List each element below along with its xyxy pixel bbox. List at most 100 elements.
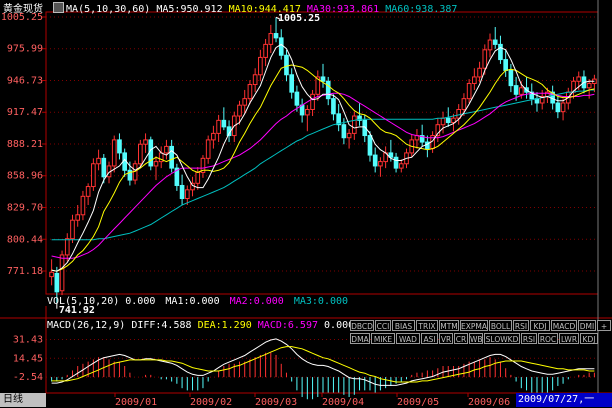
price-pane-border <box>45 11 599 295</box>
candle-up <box>216 119 221 134</box>
time-tick-label: 2009/06 <box>468 397 510 408</box>
candle-up <box>263 43 268 58</box>
indicator-button-dmi[interactable]: DMI <box>578 320 596 331</box>
candle-down <box>320 76 326 82</box>
vol-ma1: MA1:0.000 <box>165 296 220 307</box>
candle-down <box>169 145 174 169</box>
macd-tick-label: 31.43 <box>13 334 43 345</box>
time-tick-label: 2009/02 <box>190 397 232 408</box>
indicator-button-mtm[interactable]: MTM <box>439 320 459 331</box>
candle-up <box>242 98 248 106</box>
price-tick-label: 829.70 <box>7 203 43 214</box>
candle-up <box>482 49 488 69</box>
indicator-button-kdj[interactable]: KDJ <box>530 320 550 331</box>
candle-down <box>341 124 347 139</box>
candle-up <box>310 93 315 111</box>
candle-up <box>164 145 169 154</box>
candle-up <box>378 161 383 167</box>
candle-up <box>143 139 148 145</box>
indicator-button-mike[interactable]: MIKE <box>371 333 395 344</box>
indicator-button-slowkd[interactable]: SLOWKD <box>484 333 520 344</box>
candle-down <box>445 117 451 124</box>
indicator-button-boll[interactable]: BOLL <box>489 320 512 331</box>
moving-average-lines <box>51 16 595 309</box>
candle-down <box>278 37 284 56</box>
price-tick-label: 917.47 <box>7 107 43 118</box>
candle-up <box>305 109 310 116</box>
time-tick-label: 2009/01 <box>115 397 157 408</box>
candle-up <box>153 161 159 167</box>
time-tick-label: 2009/05 <box>397 397 439 408</box>
settings-icon[interactable] <box>53 2 65 13</box>
candle-up <box>576 76 582 82</box>
candle-down <box>101 157 107 178</box>
price-axis: 1005.25975.99946.73917.47888.21858.96829… <box>1 12 46 277</box>
period-low-label: 741.92 <box>58 304 95 316</box>
indicator-button-wb[interactable]: WB <box>469 333 483 344</box>
macd-params: MACD(26,12,9) <box>47 320 126 331</box>
candle-up <box>205 139 211 159</box>
indicator-button-macd[interactable]: MACD <box>551 320 577 331</box>
candle-up <box>237 104 242 117</box>
candle-up <box>80 195 86 216</box>
indicator-button-more[interactable]: + <box>597 320 611 331</box>
candle-down <box>289 74 295 93</box>
indicator-button-cr[interactable]: CR <box>454 333 468 344</box>
chart-header: 黄金现货 MA(5,10,30,60) MA5:950.912 MA10:944… <box>3 2 457 16</box>
candle-down <box>367 135 373 156</box>
candle-up <box>518 87 524 95</box>
candle-down <box>372 154 378 167</box>
candle-down <box>498 43 503 61</box>
candle-up <box>49 271 54 278</box>
candle-down <box>503 59 508 71</box>
price-tick-label: 771.18 <box>7 266 43 277</box>
indicator-button-rsi[interactable]: RSI <box>521 333 537 344</box>
period-tab[interactable]: 日线 <box>0 393 46 407</box>
indicator-button-lwr[interactable]: LWR <box>559 333 579 344</box>
candle-up <box>59 254 65 292</box>
candle-up <box>461 98 467 111</box>
price-tick-label: 800.44 <box>7 234 43 245</box>
indicator-button-roc[interactable]: ROC <box>538 333 558 344</box>
candle-up <box>184 189 190 199</box>
indicator-button-asi[interactable]: ASI <box>421 333 438 344</box>
candle-up <box>268 33 274 45</box>
candle-down <box>299 104 305 116</box>
ma-params: MA(5,10,30,60) <box>66 4 151 15</box>
candle-down <box>508 69 514 87</box>
chart-canvas[interactable]: 31.43 14.45 -2.54 1005.25 975.99 946.73 917.4… <box>0 0 612 408</box>
indicator-button-dma[interactable]: DMA <box>350 333 370 344</box>
candle-down <box>148 139 154 167</box>
time-tick-label: 2009/04 <box>322 397 364 408</box>
candle-up <box>440 117 446 126</box>
indicator-button-bias[interactable]: BIAS <box>392 320 415 331</box>
candle-up <box>346 132 352 139</box>
instrument-name: 黄金现货 <box>3 4 43 15</box>
indicator-button-cci[interactable]: CCI <box>375 320 391 331</box>
period-high-label: 1005.25 <box>278 13 321 25</box>
candle-up <box>456 109 462 119</box>
candle-down <box>54 272 60 293</box>
cursor-date-label: 2009/07/27,一 <box>516 393 612 407</box>
candle-up <box>472 76 477 84</box>
candle-down <box>331 98 336 115</box>
candle-up <box>560 102 566 113</box>
candle-down <box>393 156 399 169</box>
indicator-button-rsi[interactable]: RSI <box>513 320 529 331</box>
price-tick-label: 888.21 <box>7 139 43 150</box>
price-tick-label: 946.73 <box>7 75 43 86</box>
indicator-button-wad[interactable]: WAD <box>396 333 420 344</box>
candle-down <box>294 91 300 106</box>
candle-down <box>117 139 122 154</box>
candle-down <box>492 39 498 45</box>
indicator-button-dbcd[interactable]: DBCD <box>350 320 374 331</box>
indicator-button-vr[interactable]: VR <box>439 333 453 344</box>
indicator-button-expma[interactable]: EXPMA <box>460 320 488 331</box>
ma60-value: MA60:938.387 <box>385 4 458 15</box>
candle-up <box>91 163 96 188</box>
candle-up <box>351 115 357 134</box>
indicator-button-trix[interactable]: TRIX <box>416 320 438 331</box>
price-tick-label: 975.99 <box>7 44 43 55</box>
indicator-button-kdj[interactable]: KDJ <box>580 333 598 344</box>
candle-up <box>487 39 493 51</box>
